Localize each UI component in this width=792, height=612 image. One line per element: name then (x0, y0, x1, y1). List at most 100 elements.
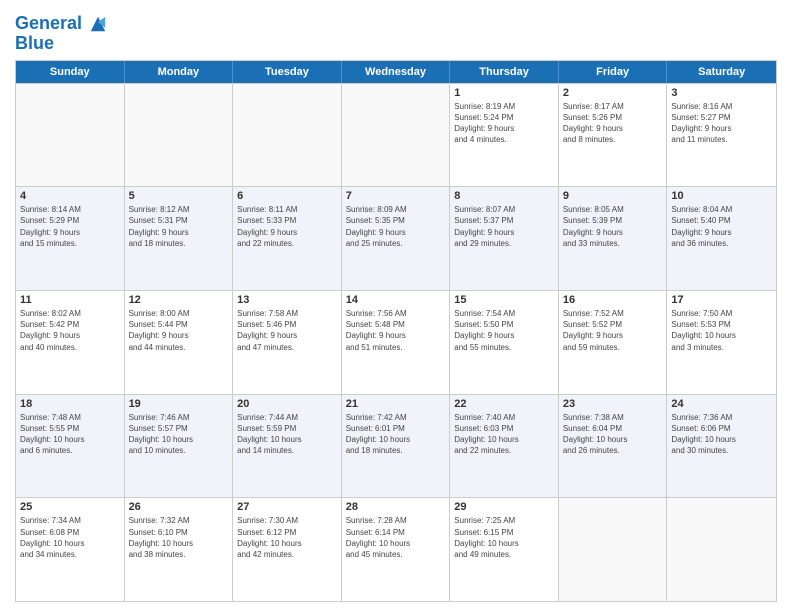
logo-blue: Blue (15, 34, 107, 54)
header-day-tuesday: Tuesday (233, 61, 342, 83)
calendar-cell-w1d1: 5 Sunrise: 8:12 AM Sunset: 5:31 PM Daylig… (125, 187, 234, 290)
day-number: 3 (671, 87, 772, 99)
calendar-cell-w0d1 (125, 84, 234, 187)
day-number: 26 (129, 501, 229, 513)
day-info: Sunrise: 8:17 AM Sunset: 5:26 PM Dayligh… (563, 101, 663, 146)
calendar-row-1: 4 Sunrise: 8:14 AM Sunset: 5:29 PM Daylig… (16, 186, 776, 290)
day-number: 20 (237, 398, 337, 410)
day-number: 18 (20, 398, 120, 410)
day-number: 7 (346, 190, 446, 202)
header-day-thursday: Thursday (450, 61, 559, 83)
calendar-cell-w2d2: 13 Sunrise: 7:58 AM Sunset: 5:46 PM Dayli… (233, 291, 342, 394)
calendar-cell-w3d3: 21 Sunrise: 7:42 AM Sunset: 6:01 PM Dayli… (342, 395, 451, 498)
calendar-cell-w2d5: 16 Sunrise: 7:52 AM Sunset: 5:52 PM Dayli… (559, 291, 668, 394)
calendar-row-4: 25 Sunrise: 7:34 AM Sunset: 6:08 PM Dayli… (16, 497, 776, 601)
day-info: Sunrise: 7:48 AM Sunset: 5:55 PM Dayligh… (20, 412, 120, 457)
calendar-cell-w4d4: 29 Sunrise: 7:25 AM Sunset: 6:15 PM Dayli… (450, 498, 559, 601)
calendar-cell-w3d2: 20 Sunrise: 7:44 AM Sunset: 5:59 PM Dayli… (233, 395, 342, 498)
day-info: Sunrise: 7:25 AM Sunset: 6:15 PM Dayligh… (454, 515, 554, 560)
page: General Blue SundayMondayTuesdayWednesda… (0, 0, 792, 612)
day-number: 15 (454, 294, 554, 306)
calendar-cell-w0d4: 1Sunrise: 8:19 AM Sunset: 5:24 PM Daylig… (450, 84, 559, 187)
header-day-saturday: Saturday (667, 61, 776, 83)
day-number: 23 (563, 398, 663, 410)
calendar-cell-w4d5 (559, 498, 668, 601)
header-day-sunday: Sunday (16, 61, 125, 83)
logo-icon (89, 15, 107, 33)
day-info: Sunrise: 7:30 AM Sunset: 6:12 PM Dayligh… (237, 515, 337, 560)
day-info: Sunrise: 8:07 AM Sunset: 5:37 PM Dayligh… (454, 204, 554, 249)
day-info: Sunrise: 8:14 AM Sunset: 5:29 PM Dayligh… (20, 204, 120, 249)
day-info: Sunrise: 7:50 AM Sunset: 5:53 PM Dayligh… (671, 308, 772, 353)
day-number: 21 (346, 398, 446, 410)
day-number: 25 (20, 501, 120, 513)
day-number: 16 (563, 294, 663, 306)
calendar-cell-w0d6: 3 Sunrise: 8:16 AM Sunset: 5:27 PM Daylig… (667, 84, 776, 187)
day-number: 5 (129, 190, 229, 202)
day-number: 11 (20, 294, 120, 306)
day-number: 6 (237, 190, 337, 202)
day-number: 9 (563, 190, 663, 202)
calendar-cell-w4d3: 28 Sunrise: 7:28 AM Sunset: 6:14 PM Dayli… (342, 498, 451, 601)
day-info: Sunrise: 7:52 AM Sunset: 5:52 PM Dayligh… (563, 308, 663, 353)
calendar-cell-w1d2: 6 Sunrise: 8:11 AM Sunset: 5:33 PM Daylig… (233, 187, 342, 290)
header: General Blue (15, 10, 777, 54)
day-info: Sunrise: 7:38 AM Sunset: 6:04 PM Dayligh… (563, 412, 663, 457)
header-day-monday: Monday (125, 61, 234, 83)
calendar-cell-w1d0: 4 Sunrise: 8:14 AM Sunset: 5:29 PM Daylig… (16, 187, 125, 290)
logo-blue-text: Blue (15, 33, 54, 53)
day-number: 12 (129, 294, 229, 306)
day-number: 29 (454, 501, 554, 513)
calendar-cell-w0d0 (16, 84, 125, 187)
day-number: 2 (563, 87, 663, 99)
day-number: 4 (20, 190, 120, 202)
day-info: Sunrise: 7:28 AM Sunset: 6:14 PM Dayligh… (346, 515, 446, 560)
day-info: Sunrise: 7:40 AM Sunset: 6:03 PM Dayligh… (454, 412, 554, 457)
calendar-cell-w0d5: 2 Sunrise: 8:17 AM Sunset: 5:26 PM Daylig… (559, 84, 668, 187)
day-number: 22 (454, 398, 554, 410)
calendar-cell-w0d3 (342, 84, 451, 187)
calendar-cell-w4d0: 25 Sunrise: 7:34 AM Sunset: 6:08 PM Dayli… (16, 498, 125, 601)
day-number: 24 (671, 398, 772, 410)
day-info: Sunrise: 8:19 AM Sunset: 5:24 PM Dayligh… (454, 101, 554, 146)
day-info: Sunrise: 8:16 AM Sunset: 5:27 PM Dayligh… (671, 101, 772, 146)
day-number: 27 (237, 501, 337, 513)
calendar-cell-w4d2: 27 Sunrise: 7:30 AM Sunset: 6:12 PM Dayli… (233, 498, 342, 601)
calendar-row-3: 18 Sunrise: 7:48 AM Sunset: 5:55 PM Dayli… (16, 394, 776, 498)
calendar-cell-w4d1: 26 Sunrise: 7:32 AM Sunset: 6:10 PM Dayli… (125, 498, 234, 601)
day-info: Sunrise: 7:42 AM Sunset: 6:01 PM Dayligh… (346, 412, 446, 457)
calendar-cell-w3d5: 23 Sunrise: 7:38 AM Sunset: 6:04 PM Dayli… (559, 395, 668, 498)
calendar-cell-w2d4: 15 Sunrise: 7:54 AM Sunset: 5:50 PM Dayli… (450, 291, 559, 394)
calendar-cell-w0d2 (233, 84, 342, 187)
day-info: Sunrise: 8:09 AM Sunset: 5:35 PM Dayligh… (346, 204, 446, 249)
calendar-cell-w2d0: 11 Sunrise: 8:02 AM Sunset: 5:42 PM Dayli… (16, 291, 125, 394)
day-info: Sunrise: 7:32 AM Sunset: 6:10 PM Dayligh… (129, 515, 229, 560)
calendar-cell-w2d3: 14Sunrise: 7:56 AM Sunset: 5:48 PM Dayli… (342, 291, 451, 394)
day-info: Sunrise: 7:54 AM Sunset: 5:50 PM Dayligh… (454, 308, 554, 353)
logo-general: General (15, 13, 82, 33)
day-info: Sunrise: 8:11 AM Sunset: 5:33 PM Dayligh… (237, 204, 337, 249)
day-number: 10 (671, 190, 772, 202)
logo: General Blue (15, 14, 107, 54)
calendar-cell-w1d5: 9Sunrise: 8:05 AM Sunset: 5:39 PM Daylig… (559, 187, 668, 290)
day-info: Sunrise: 8:02 AM Sunset: 5:42 PM Dayligh… (20, 308, 120, 353)
day-number: 8 (454, 190, 554, 202)
calendar-cell-w3d4: 22 Sunrise: 7:40 AM Sunset: 6:03 PM Dayli… (450, 395, 559, 498)
day-info: Sunrise: 7:46 AM Sunset: 5:57 PM Dayligh… (129, 412, 229, 457)
calendar-cell-w2d1: 12Sunrise: 8:00 AM Sunset: 5:44 PM Dayli… (125, 291, 234, 394)
day-number: 28 (346, 501, 446, 513)
header-day-wednesday: Wednesday (342, 61, 451, 83)
calendar-cell-w3d0: 18 Sunrise: 7:48 AM Sunset: 5:55 PM Dayli… (16, 395, 125, 498)
day-info: Sunrise: 8:12 AM Sunset: 5:31 PM Dayligh… (129, 204, 229, 249)
calendar-cell-w4d6 (667, 498, 776, 601)
day-info: Sunrise: 8:04 AM Sunset: 5:40 PM Dayligh… (671, 204, 772, 249)
calendar-cell-w2d6: 17Sunrise: 7:50 AM Sunset: 5:53 PM Dayli… (667, 291, 776, 394)
day-info: Sunrise: 7:44 AM Sunset: 5:59 PM Dayligh… (237, 412, 337, 457)
day-number: 19 (129, 398, 229, 410)
calendar-row-2: 11 Sunrise: 8:02 AM Sunset: 5:42 PM Dayli… (16, 290, 776, 394)
day-info: Sunrise: 7:58 AM Sunset: 5:46 PM Dayligh… (237, 308, 337, 353)
day-info: Sunrise: 7:34 AM Sunset: 6:08 PM Dayligh… (20, 515, 120, 560)
day-number: 13 (237, 294, 337, 306)
calendar-cell-w3d1: 19 Sunrise: 7:46 AM Sunset: 5:57 PM Dayli… (125, 395, 234, 498)
calendar-cell-w1d4: 8 Sunrise: 8:07 AM Sunset: 5:37 PM Daylig… (450, 187, 559, 290)
